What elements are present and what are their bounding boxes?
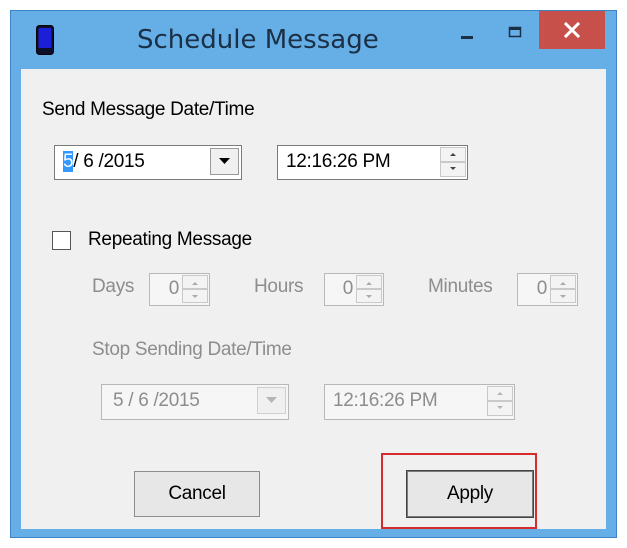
chevron-up-icon	[560, 282, 566, 285]
repeating-message-label[interactable]: Repeating Message	[88, 229, 252, 251]
send-time-down-button[interactable]	[440, 162, 466, 177]
stop-time-spinner[interactable]	[487, 386, 513, 417]
chevron-up-icon	[192, 282, 198, 285]
stop-sending-label: Stop Sending Date/Time	[92, 339, 292, 360]
days-spin-buttons[interactable]	[182, 275, 208, 304]
chevron-down-icon	[192, 295, 198, 298]
chevron-down-icon	[266, 397, 277, 403]
stop-date-dropdown-button[interactable]	[257, 387, 286, 414]
chevron-down-icon	[366, 295, 372, 298]
stop-date-picker[interactable]: 5 / 6 /2015	[101, 384, 289, 420]
stop-time-value: 12:16:26 PM	[333, 390, 438, 411]
chevron-down-icon	[219, 158, 230, 164]
send-date-dropdown-button[interactable]	[210, 148, 239, 175]
minutes-down-button[interactable]	[550, 289, 576, 303]
minutes-value: 0	[536, 278, 548, 299]
hours-down-button[interactable]	[356, 289, 382, 303]
hours-label: Hours	[254, 276, 304, 297]
chevron-down-icon	[497, 406, 503, 409]
days-value: 0	[168, 278, 180, 299]
stop-date-value: 5 / 6 /2015	[113, 390, 200, 411]
repeating-message-checkbox[interactable]	[52, 231, 71, 250]
send-date-picker[interactable]: 5/ 6 /2015	[54, 145, 242, 180]
days-spinner[interactable]: 0	[149, 273, 210, 306]
chevron-up-icon	[366, 282, 372, 285]
send-date-month-selected[interactable]: 5	[63, 151, 74, 172]
chevron-up-icon	[450, 153, 456, 156]
maximize-icon	[508, 26, 522, 38]
title-bar[interactable]: Schedule Message	[11, 11, 616, 69]
minutes-spinner[interactable]: 0	[517, 273, 578, 306]
cancel-button[interactable]: Cancel	[134, 471, 260, 517]
maximize-button[interactable]	[495, 17, 535, 51]
chevron-down-icon	[450, 167, 456, 170]
hours-up-button[interactable]	[356, 275, 382, 289]
minimize-button[interactable]	[447, 17, 487, 51]
hours-spinner[interactable]: 0	[324, 273, 384, 306]
send-time-value: 12:16:26 PM	[286, 151, 391, 172]
stop-time-down-button[interactable]	[487, 401, 513, 416]
stop-time-picker[interactable]: 12:16:26 PM	[324, 384, 515, 420]
minutes-spin-buttons[interactable]	[550, 275, 576, 304]
chevron-up-icon	[497, 392, 503, 395]
hours-value: 0	[342, 278, 354, 299]
send-time-spinner[interactable]	[440, 147, 466, 178]
apply-highlight-box	[381, 453, 537, 529]
hours-spin-buttons[interactable]	[356, 275, 382, 304]
window-title: Schedule Message	[137, 25, 379, 55]
phone-icon	[36, 25, 54, 55]
minimize-icon	[461, 36, 473, 39]
send-time-up-button[interactable]	[440, 147, 466, 162]
chevron-down-icon	[560, 295, 566, 298]
send-time-picker[interactable]: 12:16:26 PM	[277, 145, 468, 180]
minutes-up-button[interactable]	[550, 275, 576, 289]
minutes-label: Minutes	[428, 276, 493, 297]
days-up-button[interactable]	[182, 275, 208, 289]
send-date-rest: / 6 /2015	[73, 151, 145, 172]
close-icon	[563, 21, 581, 39]
stop-time-up-button[interactable]	[487, 386, 513, 401]
days-down-button[interactable]	[182, 289, 208, 303]
close-button[interactable]	[539, 11, 605, 49]
days-label: Days	[92, 276, 135, 297]
send-datetime-label: Send Message Date/Time	[42, 99, 255, 120]
